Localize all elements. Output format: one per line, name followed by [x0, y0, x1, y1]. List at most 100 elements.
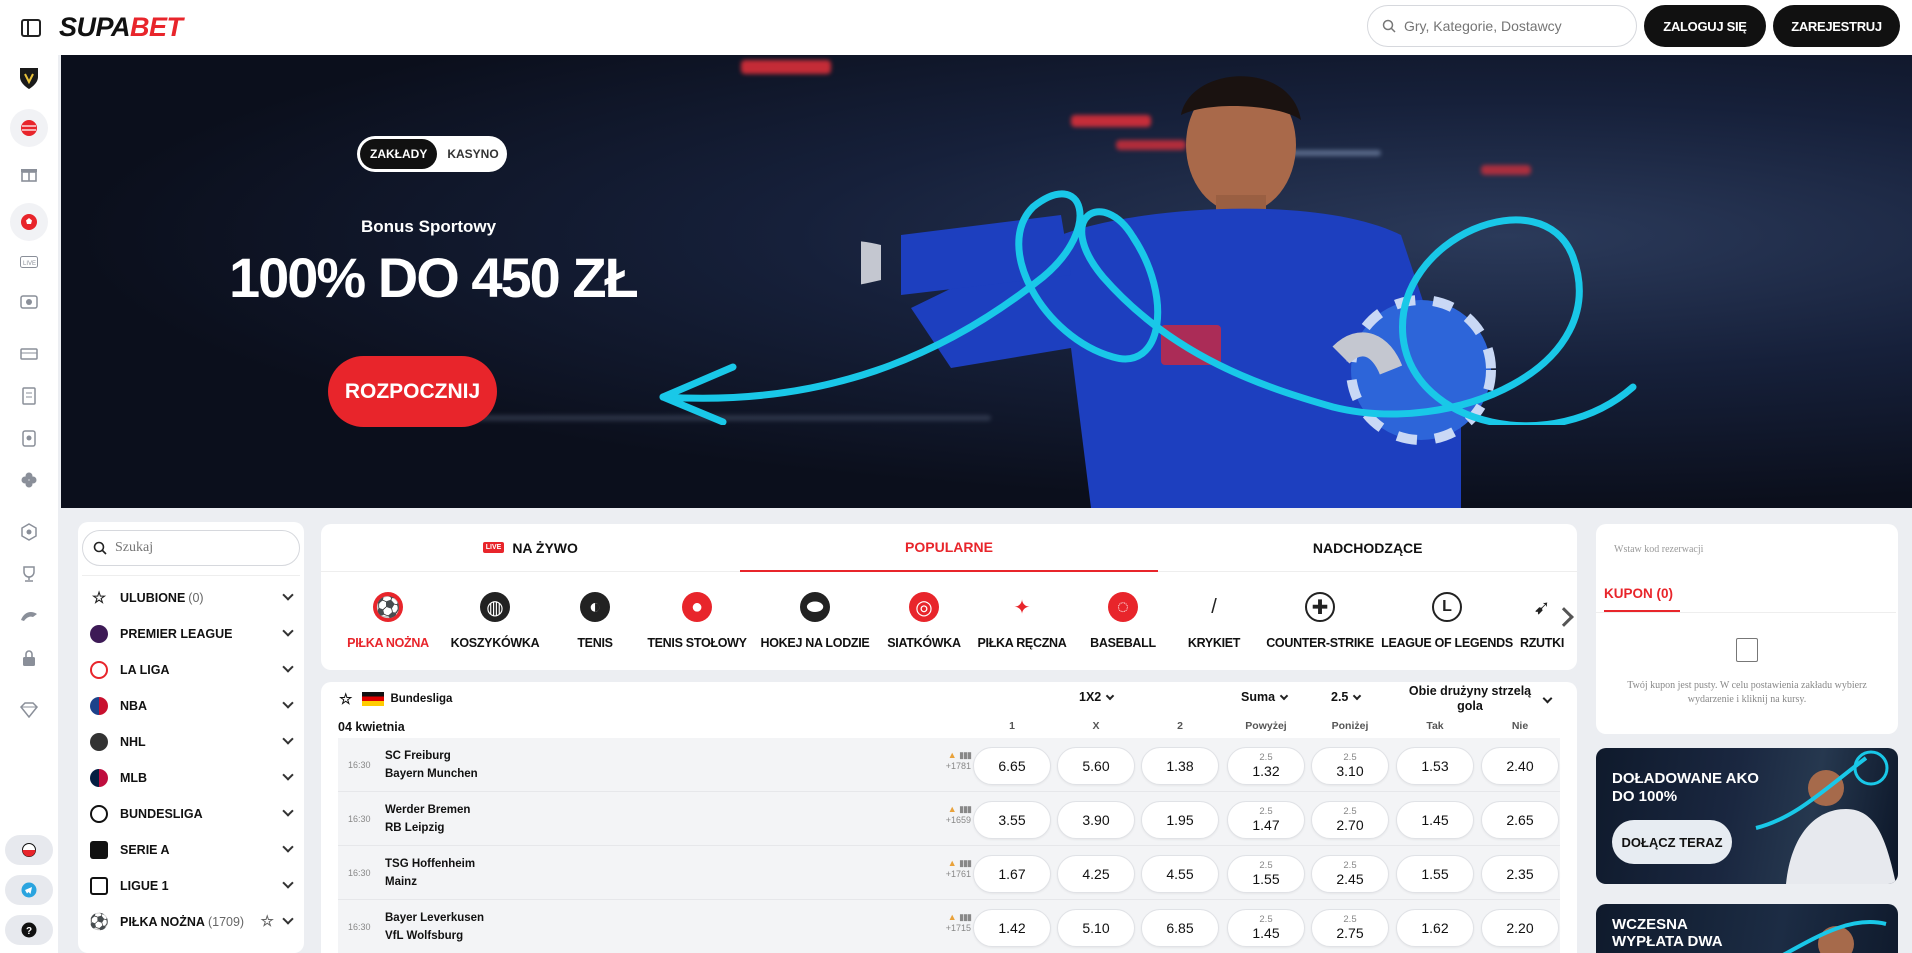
- booking-code-input[interactable]: Wstaw kod rezerwacji: [1614, 544, 1703, 555]
- odd-button[interactable]: 2.35: [1481, 855, 1559, 893]
- club-crest-icon[interactable]: [18, 67, 40, 89]
- promo-card-ako[interactable]: DOŁADOWANE AKO DO 100% DOŁĄCZ TERAZ: [1596, 748, 1898, 884]
- odd-button[interactable]: 1.55: [1396, 855, 1474, 893]
- odd-button[interactable]: 2.5 1.55: [1227, 855, 1305, 893]
- odd-button[interactable]: 1.38: [1141, 747, 1219, 785]
- stats-indicator[interactable]: ▲ ▮▮▮ +1781: [931, 750, 972, 771]
- badge-icon[interactable]: [18, 521, 40, 543]
- market-1x2-select[interactable]: 1X2: [1079, 690, 1115, 704]
- sidebar-item-mlb[interactable]: MLB: [78, 760, 304, 796]
- match-row[interactable]: 16:30 Werder Bremen RB Leipzig ▲ ▮▮▮ +165…: [338, 792, 1560, 846]
- odd-button[interactable]: 2.5 2.75: [1311, 909, 1389, 947]
- sidebar-item-ligue-1[interactable]: LIGUE 1: [78, 868, 304, 904]
- tickets-icon[interactable]: [18, 343, 40, 365]
- coupon-title[interactable]: KUPON (0): [1604, 586, 1673, 601]
- market-total-select[interactable]: Suma: [1241, 690, 1289, 704]
- odd-button[interactable]: 3.90: [1057, 801, 1135, 839]
- sport-cricket[interactable]: / KRYKIET: [1171, 592, 1257, 651]
- stats-indicator[interactable]: ▲ ▮▮▮ +1659: [931, 804, 972, 825]
- league-search[interactable]: [82, 530, 300, 566]
- odd-button[interactable]: 5.60: [1057, 747, 1135, 785]
- diamond-icon[interactable]: [18, 699, 40, 721]
- sidebar-item-la-liga[interactable]: LA LIGA: [78, 652, 304, 688]
- tab-popular[interactable]: POPULARNE: [739, 524, 1159, 572]
- odd-button[interactable]: 2.5 1.45: [1227, 909, 1305, 947]
- clover-icon[interactable]: [18, 469, 40, 491]
- sidebar-toggle-icon[interactable]: [21, 18, 41, 37]
- odd-button[interactable]: 2.5 1.47: [1227, 801, 1305, 839]
- toggle-casino[interactable]: KASYNO: [437, 147, 508, 161]
- sidebar-item-nhl[interactable]: NHL: [78, 724, 304, 760]
- odd-button[interactable]: 1.95: [1141, 801, 1219, 839]
- sport-basketball[interactable]: ◍ KOSZYKÓWKA: [443, 592, 547, 650]
- sports-ball-icon[interactable]: [10, 109, 48, 147]
- odd-button[interactable]: 1.62: [1396, 909, 1474, 947]
- trophy-icon[interactable]: [18, 563, 40, 585]
- promo-card-early-payout[interactable]: WCZESNA WYPŁATA DWA GOLE: [1596, 904, 1898, 953]
- global-search[interactable]: [1367, 5, 1637, 47]
- odd-button[interactable]: 5.10: [1057, 909, 1135, 947]
- star-icon[interactable]: ☆: [339, 690, 352, 708]
- odd-button[interactable]: 2.65: [1481, 801, 1559, 839]
- odd-button[interactable]: 2.40: [1481, 747, 1559, 785]
- market-btts-select[interactable]: Obie drużyny strzelą gola: [1401, 684, 1539, 714]
- chevron-down-icon[interactable]: [1542, 693, 1553, 704]
- odd-button[interactable]: 6.85: [1141, 909, 1219, 947]
- odd-button[interactable]: 2.5 1.32: [1227, 747, 1305, 785]
- stats-indicator[interactable]: ▲ ▮▮▮ +1715: [931, 912, 972, 933]
- telegram-icon[interactable]: [5, 875, 53, 905]
- sport-football[interactable]: ⚽ PIŁKA NOŻNA: [333, 592, 443, 650]
- start-button[interactable]: ROZPOCZNIJ: [328, 356, 497, 427]
- match-row[interactable]: 16:30 TSG Hoffenheim Mainz ▲ ▮▮▮ +1761 1.…: [338, 846, 1560, 900]
- sport-league-of-legends[interactable]: L LEAGUE OF LEGENDS: [1381, 592, 1513, 650]
- market-line-select[interactable]: 2.5: [1331, 690, 1362, 704]
- live-icon[interactable]: LIVE: [18, 251, 40, 273]
- match-row[interactable]: 16:30 Bayer Leverkusen VfL Wolfsburg ▲ ▮…: [338, 900, 1560, 953]
- odd-button[interactable]: 4.55: [1141, 855, 1219, 893]
- league-search-input[interactable]: [115, 540, 275, 556]
- language-poland-icon[interactable]: [5, 835, 53, 865]
- sport-baseball[interactable]: ◌ BASEBALL: [1075, 592, 1171, 650]
- lock-icon[interactable]: [18, 647, 40, 669]
- sport-counter-strike[interactable]: ✚ COUNTER-STRIKE: [1257, 592, 1383, 650]
- odd-button[interactable]: 6.65: [973, 747, 1051, 785]
- join-now-button[interactable]: DOŁĄCZ TERAZ: [1612, 820, 1732, 864]
- gift-icon[interactable]: [18, 163, 40, 185]
- cards-icon[interactable]: [18, 427, 40, 449]
- odd-button[interactable]: 1.67: [973, 855, 1051, 893]
- odd-button[interactable]: 4.25: [1057, 855, 1135, 893]
- sport-handball[interactable]: ✦ PIŁKA RĘCZNA: [969, 592, 1075, 651]
- help-icon[interactable]: ?: [5, 915, 53, 945]
- sport-tennis[interactable]: ◐ TENIS: [547, 592, 643, 650]
- sidebar-item-bundesliga[interactable]: BUNDESLIGA: [78, 796, 304, 832]
- football-icon[interactable]: [10, 203, 48, 241]
- sidebar-item-football[interactable]: ⚽ PIŁKA NOŻNA (1709) ☆: [78, 904, 304, 940]
- sidebar-item-nba[interactable]: NBA: [78, 688, 304, 724]
- odd-button[interactable]: 2.5 2.70: [1311, 801, 1389, 839]
- sidebar-item-favorites[interactable]: ☆ ULUBIONE (0): [78, 580, 304, 616]
- odd-button[interactable]: 1.42: [973, 909, 1051, 947]
- sport-ice-hockey[interactable]: ⬬ HOKEJ NA LODZIE: [751, 592, 879, 650]
- virtual-sports-icon[interactable]: [18, 291, 40, 313]
- register-button[interactable]: ZAREJESTRUJ: [1773, 5, 1900, 47]
- odd-button[interactable]: 1.45: [1396, 801, 1474, 839]
- tab-upcoming[interactable]: NADCHODZĄCE: [1158, 524, 1578, 572]
- sport-volleyball[interactable]: ◎ SIATKÓWKA: [879, 592, 969, 650]
- toggle-sports[interactable]: ZAKŁADY: [360, 139, 438, 169]
- star-icon[interactable]: ☆: [261, 912, 274, 930]
- odd-button[interactable]: 2.5 2.45: [1311, 855, 1389, 893]
- sidebar-item-serie-a[interactable]: SERIE A: [78, 832, 304, 868]
- sidebar-item-premier-league[interactable]: PREMIER LEAGUE: [78, 616, 304, 652]
- match-row[interactable]: 16:30 SC Freiburg Bayern Munchen ▲ ▮▮▮ +1…: [338, 738, 1560, 792]
- racing-icon[interactable]: [18, 605, 40, 627]
- stats-indicator[interactable]: ▲ ▮▮▮ +1761: [931, 858, 972, 879]
- sport-table-tennis[interactable]: ● TENIS STOŁOWY: [643, 592, 751, 650]
- odd-button[interactable]: 2.20: [1481, 909, 1559, 947]
- odd-button[interactable]: 2.5 3.10: [1311, 747, 1389, 785]
- login-button[interactable]: ZALOGUJ SIĘ: [1644, 5, 1766, 47]
- odd-button[interactable]: 1.53: [1396, 747, 1474, 785]
- tab-live[interactable]: LIVE NA ŻYWO: [321, 524, 740, 572]
- odd-button[interactable]: 3.55: [973, 801, 1051, 839]
- global-search-input[interactable]: [1404, 18, 1604, 34]
- betslip-icon[interactable]: [18, 385, 40, 407]
